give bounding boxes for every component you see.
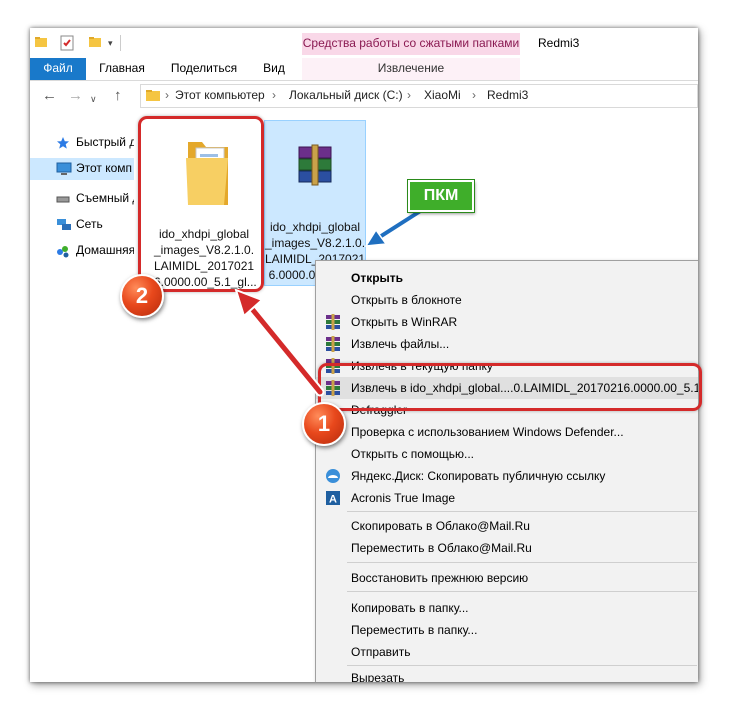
tab-extract[interactable]: Извлечение (302, 58, 520, 80)
nav-item-homegroup[interactable]: Домашняя (30, 240, 134, 262)
address-bar[interactable]: › Этот компьютер › Локальный диск (C:) ›… (140, 84, 698, 108)
address-sep-icon: › (407, 88, 411, 102)
window-title: Redmi3 (538, 36, 580, 50)
back-arrow-icon[interactable]: ← (42, 87, 57, 105)
winrar-icon (325, 336, 341, 352)
pkm-label: ПКМ (408, 180, 474, 212)
properties-icon[interactable] (60, 35, 74, 54)
menu-separator (347, 591, 697, 592)
nav-item-this-pc[interactable]: Этот комп (30, 158, 134, 180)
menu-item-restore-version[interactable]: Восстановить прежнюю версию (316, 567, 698, 589)
breadcrumb-xiaomi[interactable]: XiaoMi (424, 88, 461, 102)
drive-icon (56, 192, 70, 206)
callout-highlight-folder (138, 116, 264, 292)
pc-icon (56, 162, 72, 176)
menu-item-copy-to-folder[interactable]: Копировать в папку... (316, 597, 698, 619)
address-folder-icon (145, 87, 161, 106)
tab-view[interactable]: Вид (256, 58, 292, 80)
breadcrumb-redmi3[interactable]: Redmi3 (487, 88, 528, 102)
new-folder-icon[interactable] (88, 35, 102, 52)
menu-item-send-to[interactable]: Отправить (316, 641, 698, 663)
menu-item-defender-scan[interactable]: Проверка с использованием Windows Defend… (316, 421, 698, 443)
tab-home[interactable]: Главная (92, 58, 152, 80)
menu-item-extract-files[interactable]: Извлечь файлы... (316, 333, 698, 355)
recent-dropdown-icon[interactable]: ∨ (90, 90, 97, 108)
qat-dropdown-icon[interactable]: ▾ (108, 38, 113, 49)
network-icon (56, 218, 71, 232)
star-icon (56, 136, 70, 150)
address-sep-icon: › (272, 88, 276, 102)
navigation-pane: Быстрый д Этот комп Съемный д Сеть Домаш… (30, 112, 134, 682)
breadcrumb-local-disk[interactable]: Локальный диск (C:) (289, 88, 403, 102)
address-sep-icon: › (165, 88, 169, 102)
menu-item-open-with[interactable]: Открыть с помощью... (316, 443, 698, 465)
address-sep-icon: › (472, 88, 476, 102)
nav-item-label: Сеть (76, 217, 103, 231)
menu-separator (347, 562, 697, 563)
homegroup-icon (56, 244, 70, 258)
title-bar: ▾ Средства работы со сжатыми папками Red… (30, 28, 698, 58)
callout-highlight-extract-item (318, 363, 702, 411)
up-arrow-icon[interactable]: ↑ (114, 87, 122, 105)
menu-item-acronis[interactable]: A Acronis True Image (316, 487, 698, 509)
menu-item-open-winrar[interactable]: Открыть в WinRAR (316, 311, 698, 333)
navigation-bar: ← → ∨ ↑ › Этот компьютер › Локальный дис… (30, 81, 698, 111)
nav-item-label: Съемный д (76, 191, 134, 205)
winrar-icon (325, 314, 341, 330)
acronis-icon: A (325, 490, 341, 506)
ribbon-context-title: Средства работы со сжатыми папками (302, 36, 520, 50)
yandex-disk-icon (325, 468, 341, 484)
nav-item-removable-drive[interactable]: Съемный д (30, 188, 134, 210)
tab-share[interactable]: Поделиться (164, 58, 244, 80)
menu-separator (347, 511, 697, 512)
menu-item-move-to-mailru[interactable]: Переместить в Облако@Mail.Ru (316, 537, 698, 559)
breadcrumb-this-pc[interactable]: Этот компьютер (175, 88, 265, 102)
tab-file[interactable]: Файл (30, 58, 86, 80)
nav-item-label: Домашняя (76, 243, 134, 257)
explorer-window: ▾ Средства работы со сжатыми папками Red… (30, 28, 698, 682)
menu-separator (347, 665, 697, 666)
context-menu: Открыть Открыть в блокноте Открыть в Win… (315, 260, 698, 682)
title-divider (120, 35, 121, 51)
nav-item-quick-access[interactable]: Быстрый д (30, 132, 134, 154)
menu-item-copy-to-mailru[interactable]: Скопировать в Облако@Mail.Ru (316, 515, 698, 537)
nav-item-network[interactable]: Сеть (30, 214, 134, 236)
nav-item-label: Быстрый д (76, 135, 134, 149)
folder-icon[interactable] (34, 35, 48, 52)
winrar-archive-icon (295, 143, 335, 190)
step-badge-1: 1 (302, 402, 346, 446)
nav-item-label: Этот комп (76, 161, 133, 175)
forward-arrow-icon[interactable]: → (68, 87, 83, 105)
menu-item-yandex-disk[interactable]: Яндекс.Диск: Скопировать публичную ссылк… (316, 465, 698, 487)
ribbon-tabs: Файл Главная Поделиться Вид Извлечение (30, 58, 698, 81)
menu-item-move-to-folder[interactable]: Переместить в папку... (316, 619, 698, 641)
menu-item-cut[interactable]: Вырезать (316, 667, 698, 682)
step-badge-2: 2 (120, 274, 164, 318)
menu-item-open[interactable]: Открыть (316, 267, 698, 289)
svg-text:A: A (329, 494, 337, 506)
menu-item-open-notepad[interactable]: Открыть в блокноте (316, 289, 698, 311)
